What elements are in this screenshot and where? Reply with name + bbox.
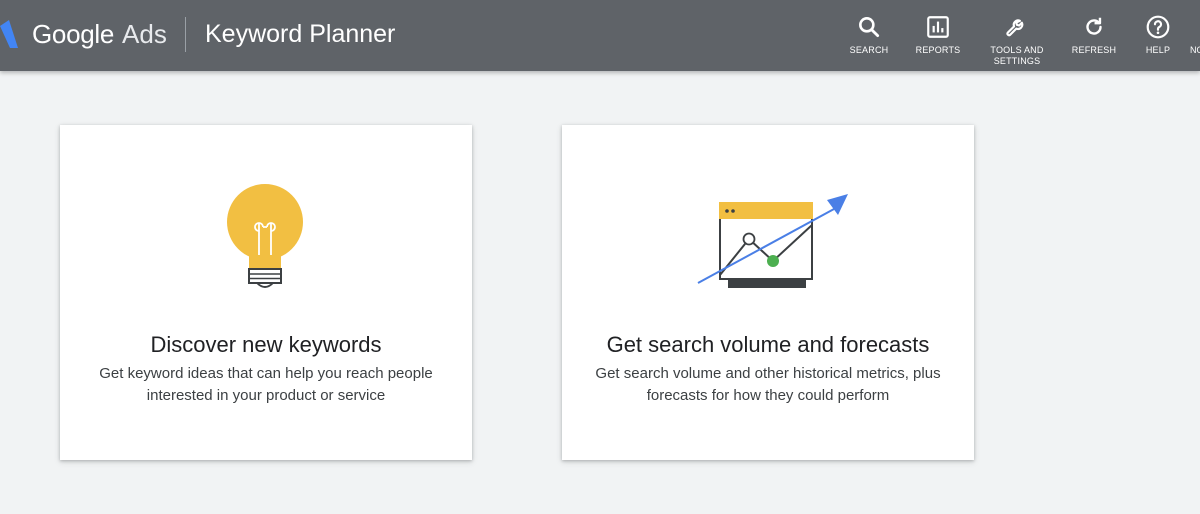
- trend-chart-icon: [697, 194, 848, 288]
- brand-google-text: Google: [32, 19, 115, 49]
- page-title: Keyword Planner: [205, 20, 396, 48]
- wrench-icon: [1006, 19, 1024, 37]
- refresh-icon: [1086, 17, 1102, 35]
- brand-logo[interactable]: Google Ads: [32, 19, 167, 51]
- top-app-bar: Google Ads Keyword Planner SEARCH REPORT…: [0, 0, 1200, 71]
- help-icon: [1146, 15, 1170, 39]
- get-search-volume-card[interactable]: Get search volume and forecasts Get sear…: [562, 125, 974, 460]
- card-description: Get search volume and other historical m…: [595, 365, 941, 404]
- search-label: SEARCH: [849, 45, 889, 55]
- card-description: Get keyword ideas that can help you reac…: [99, 365, 433, 404]
- search-icon: [859, 17, 880, 38]
- card-title: Get search volume and forecasts: [606, 332, 930, 357]
- tools-and-settings-label: TOOLS AND SETTINGS: [990, 45, 1044, 66]
- google-ads-logo-icon[interactable]: [0, 20, 18, 48]
- reports-icon: [927, 16, 949, 38]
- refresh-label: REFRESH: [1071, 45, 1117, 55]
- reports-label: REPORTS: [915, 45, 961, 55]
- reports-button[interactable]: REPORTS: [913, 14, 963, 56]
- notifications-label-truncated[interactable]: NO: [1190, 45, 1200, 55]
- card-title: Discover new keywords: [150, 332, 382, 357]
- help-label: HELP: [1145, 45, 1171, 55]
- refresh-button[interactable]: REFRESH: [1071, 14, 1117, 56]
- brand-ads-text: Ads: [122, 19, 167, 49]
- lightbulb-icon: [227, 184, 303, 288]
- help-button[interactable]: HELP: [1140, 14, 1176, 56]
- search-button[interactable]: SEARCH: [847, 14, 891, 56]
- tools-and-settings-button[interactable]: TOOLS AND SETTINGS: [986, 14, 1048, 67]
- discover-new-keywords-card[interactable]: Discover new keywords Get keyword ideas …: [60, 125, 472, 460]
- header-divider: [185, 17, 186, 52]
